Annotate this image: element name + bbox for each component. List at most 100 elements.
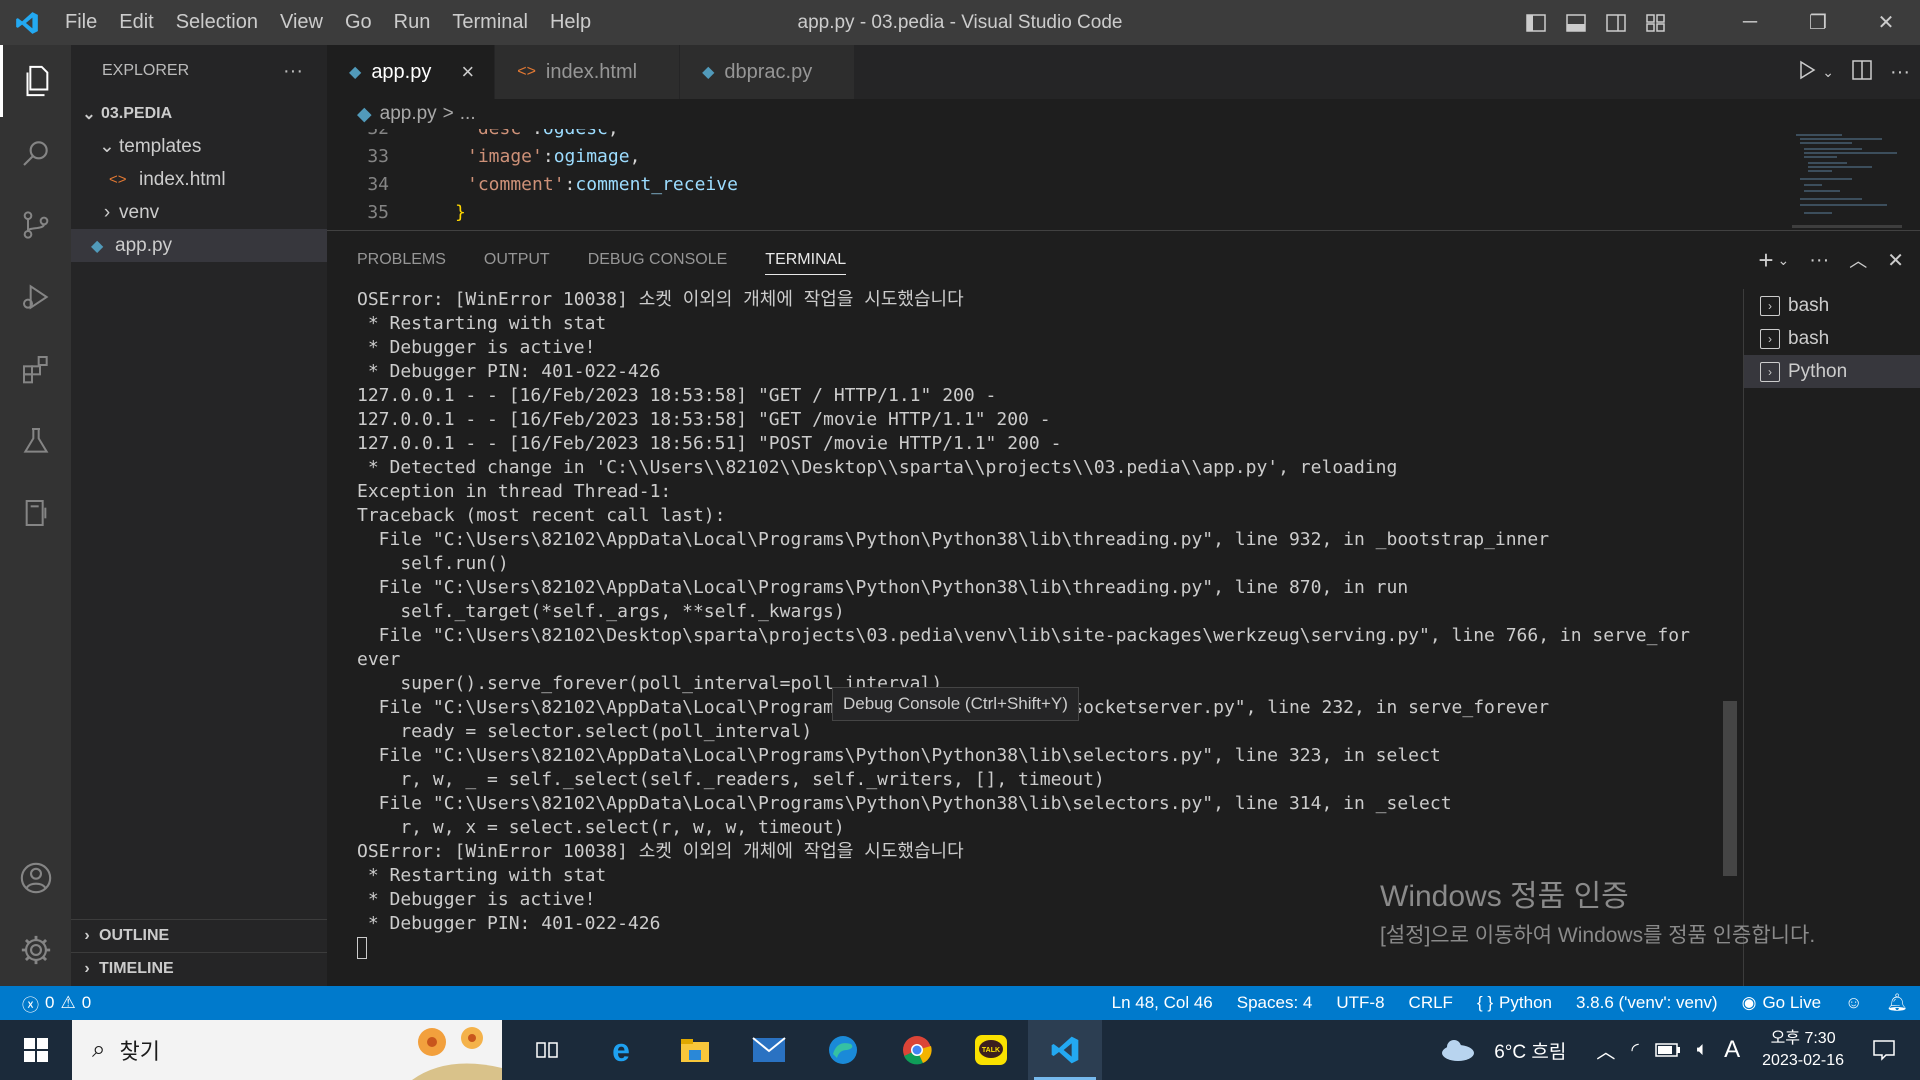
- terminal-scrollbar[interactable]: [1723, 701, 1737, 876]
- tab-terminal[interactable]: TERMINAL: [765, 231, 846, 289]
- source-control-icon[interactable]: [0, 189, 71, 261]
- more-actions-icon[interactable]: ···: [1890, 61, 1910, 84]
- menu-edit[interactable]: Edit: [108, 0, 164, 45]
- more-actions-icon[interactable]: ···: [1809, 249, 1829, 272]
- minimap[interactable]: [1792, 129, 1902, 230]
- menu-view[interactable]: View: [269, 0, 334, 45]
- extensions-icon[interactable]: [0, 333, 71, 405]
- vscode-taskbar-icon[interactable]: [1028, 1020, 1102, 1080]
- menu-selection[interactable]: Selection: [165, 0, 269, 45]
- terminal-item-python[interactable]: › Python: [1744, 355, 1920, 388]
- ime-indicator[interactable]: A: [1716, 1036, 1748, 1064]
- split-editor-icon[interactable]: [1852, 59, 1872, 85]
- run-debug-icon[interactable]: [0, 261, 71, 333]
- chevron-down-icon[interactable]: ⌄: [1778, 252, 1790, 269]
- explorer-more-icon[interactable]: ···: [283, 60, 303, 83]
- explorer-icon[interactable]: [0, 45, 71, 117]
- python-interpreter[interactable]: 3.8.6 ('venv': venv): [1564, 993, 1730, 1013]
- kakaotalk-icon[interactable]: TALK: [954, 1020, 1028, 1080]
- task-view-icon[interactable]: [510, 1020, 584, 1080]
- vscode-logo-icon[interactable]: [0, 0, 54, 45]
- editor-area: ◆ app.py × <> index.html ◆ dbprac.py ⌄ ·…: [327, 45, 1920, 230]
- terminal-line: Traceback (most recent call last):: [357, 505, 726, 526]
- go-live[interactable]: ◉ Go Live: [1730, 993, 1833, 1013]
- tab-output[interactable]: OUTPUT: [484, 231, 550, 289]
- tree-item-app-py[interactable]: ◆ app.py: [71, 229, 327, 262]
- maximize-panel-icon[interactable]: ︿: [1849, 247, 1867, 273]
- search-icon[interactable]: [0, 117, 71, 189]
- feedback-icon[interactable]: ☺: [1833, 993, 1874, 1013]
- weather-text[interactable]: 6°C 흐림: [1486, 1037, 1574, 1064]
- run-python-file-icon[interactable]: [1798, 60, 1816, 85]
- new-terminal-icon[interactable]: +: [1758, 245, 1773, 276]
- python-file-icon: ◆: [91, 237, 104, 255]
- testing-icon[interactable]: [0, 405, 71, 477]
- accounts-icon[interactable]: [0, 842, 71, 914]
- menu-terminal[interactable]: Terminal: [441, 0, 539, 45]
- menu-run[interactable]: Run: [383, 0, 442, 45]
- terminal-icon: ›: [1760, 328, 1780, 349]
- terminal-item-bash[interactable]: › bash: [1744, 289, 1920, 322]
- workspace-root[interactable]: ⌄ 03.PEDIA: [71, 97, 327, 130]
- timeline-section[interactable]: › TIMELINE: [71, 952, 327, 985]
- terminal-line: File "C:\Users\82102\AppData\Local\Progr…: [357, 577, 1409, 598]
- toggle-sidebar-icon[interactable]: [1516, 0, 1556, 45]
- breadcrumb-file[interactable]: app.py: [380, 103, 437, 125]
- customize-layout-icon[interactable]: [1636, 0, 1676, 45]
- terminal-output[interactable]: OSError: [WinError 10038] 소켓 이외의 개체에 작업을…: [357, 288, 1737, 959]
- chevron-right-icon: ›: [84, 927, 90, 944]
- settings-gear-icon[interactable]: [0, 914, 71, 986]
- cursor-position[interactable]: Ln 48, Col 46: [1100, 993, 1225, 1013]
- minimize-icon[interactable]: ─: [1716, 0, 1784, 45]
- encoding[interactable]: UTF-8: [1324, 993, 1396, 1013]
- close-window-icon[interactable]: ✕: [1852, 0, 1920, 45]
- taskbar-search-box[interactable]: ⌕ 찾기: [72, 1020, 502, 1080]
- toggle-secondary-sidebar-icon[interactable]: [1596, 0, 1636, 45]
- menu-file[interactable]: File: [54, 0, 108, 45]
- close-panel-icon[interactable]: ✕: [1887, 248, 1904, 273]
- tree-item-templates[interactable]: ⌄ templates: [71, 130, 327, 163]
- tree-item-index-html[interactable]: <> index.html: [71, 163, 327, 196]
- outline-section[interactable]: › OUTLINE: [71, 919, 327, 952]
- battery-icon[interactable]: [1647, 1043, 1689, 1057]
- terminal-item-bash[interactable]: › bash: [1744, 322, 1920, 355]
- system-clock[interactable]: 오후 7:30 2023-02-16: [1748, 1028, 1858, 1072]
- tab-app-py[interactable]: ◆ app.py ×: [327, 45, 496, 99]
- notifications-bell-icon[interactable]: 🔔︎: [1874, 993, 1920, 1013]
- tab-debug-console[interactable]: DEBUG CONSOLE: [588, 231, 728, 289]
- windows-taskbar: ⌕ 찾기 e TALK 6°C 흐림 ︿ ◜ 🔈︎ A 오후 7:30 2023…: [0, 1020, 1920, 1080]
- tab-index-html[interactable]: <> index.html: [495, 45, 681, 99]
- internet-explorer-icon[interactable]: e: [584, 1020, 658, 1080]
- tree-item-label: venv: [119, 201, 160, 223]
- mail-icon[interactable]: [732, 1020, 806, 1080]
- volume-icon[interactable]: 🔈︎: [1689, 1039, 1716, 1061]
- windows-start-icon[interactable]: [0, 1020, 72, 1080]
- tab-dbprac-py[interactable]: ◆ dbprac.py: [680, 45, 856, 99]
- explorer-sidebar: EXPLORER ··· ⌄ 03.PEDIA ⌄ templates <> i…: [71, 45, 327, 986]
- problems-status[interactable]: ⓧ 0 ⚠ 0: [0, 991, 91, 1016]
- tree-item-venv[interactable]: › venv: [71, 196, 327, 229]
- language-mode[interactable]: { } Python: [1465, 993, 1564, 1013]
- breadcrumb-symbol[interactable]: ...: [460, 103, 476, 125]
- edge-icon[interactable]: [806, 1020, 880, 1080]
- watermark-title: Windows 정품 인증: [1380, 880, 1629, 913]
- restore-icon[interactable]: ❐: [1784, 0, 1852, 45]
- menu-help[interactable]: Help: [539, 0, 602, 45]
- menu-go[interactable]: Go: [334, 0, 383, 45]
- chevron-down-icon[interactable]: ⌄: [1822, 64, 1834, 81]
- close-tab-icon[interactable]: ×: [461, 59, 474, 85]
- weather-cloud-icon[interactable]: [1430, 1037, 1486, 1063]
- network-wifi-icon[interactable]: ◜: [1623, 1039, 1646, 1062]
- remote-explorer-icon[interactable]: [0, 477, 71, 549]
- toggle-panel-icon[interactable]: [1556, 0, 1596, 45]
- tab-problems[interactable]: PROBLEMS: [357, 231, 446, 289]
- show-hidden-icons-icon[interactable]: ︿: [1588, 1037, 1623, 1064]
- chrome-icon[interactable]: [880, 1020, 954, 1080]
- clock-time: 오후 7:30: [1770, 1030, 1836, 1047]
- file-explorer-icon[interactable]: [658, 1020, 732, 1080]
- end-of-line[interactable]: CRLF: [1397, 993, 1465, 1013]
- indentation[interactable]: Spaces: 4: [1225, 993, 1325, 1013]
- notification-center-icon[interactable]: [1858, 1039, 1920, 1061]
- code-editor[interactable]: 32 'desc':ogdesc, 33 'image':ogimage, 34…: [327, 129, 1767, 230]
- code-line: 33 'image':ogimage,: [367, 146, 641, 167]
